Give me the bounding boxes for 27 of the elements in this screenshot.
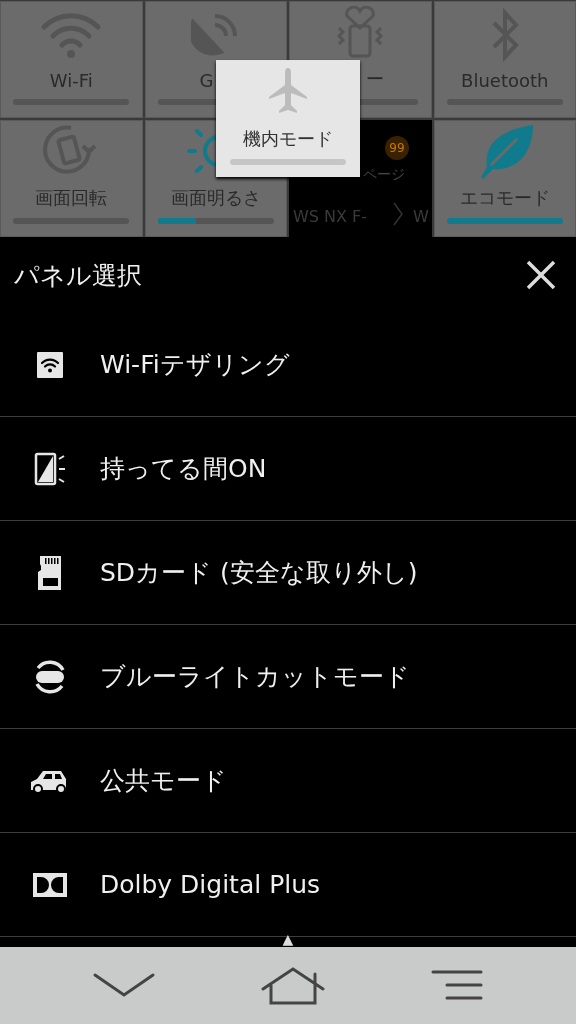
tile-label: ー <box>366 67 384 91</box>
airplane-mode-tooltip[interactable]: 機内モード <box>216 60 360 177</box>
chevron-right-icon <box>393 202 403 226</box>
count-badge: 99 <box>385 136 409 160</box>
widget-text: W <box>413 207 429 226</box>
tile-label: 画面明るさ <box>170 186 261 210</box>
wifi-icon <box>37 351 63 378</box>
tile-label: Bluetooth <box>461 70 549 91</box>
dolby-icon <box>33 872 67 897</box>
menu-icon[interactable] <box>431 969 483 1002</box>
tile-label: G <box>199 70 214 91</box>
tile-label: Wi-Fi <box>49 70 93 91</box>
panel-list-item[interactable]: ブルーライトカットモード <box>0 625 576 729</box>
panel-title: パネル選択 <box>14 259 142 292</box>
close-icon[interactable] <box>526 260 556 290</box>
widget-text: WS NX F- <box>293 207 368 226</box>
tile-label: 画面回転 <box>35 186 108 210</box>
home-icon[interactable] <box>261 966 325 1005</box>
phone-glow-icon <box>34 451 66 486</box>
panel-list-item[interactable]: Wi-Fiテザリング <box>0 313 576 417</box>
chevron-down-icon[interactable] <box>93 972 155 999</box>
panel-list-item[interactable]: 公共モード <box>0 729 576 833</box>
tile-label: エコモード <box>459 186 550 210</box>
panel-list-item[interactable]: 持ってる間ON <box>0 417 576 521</box>
sd-card-icon <box>37 555 63 590</box>
widget-caption: ページ <box>363 166 405 184</box>
panel-list-item[interactable]: SDカード (安全な取り外し) <box>0 521 576 625</box>
